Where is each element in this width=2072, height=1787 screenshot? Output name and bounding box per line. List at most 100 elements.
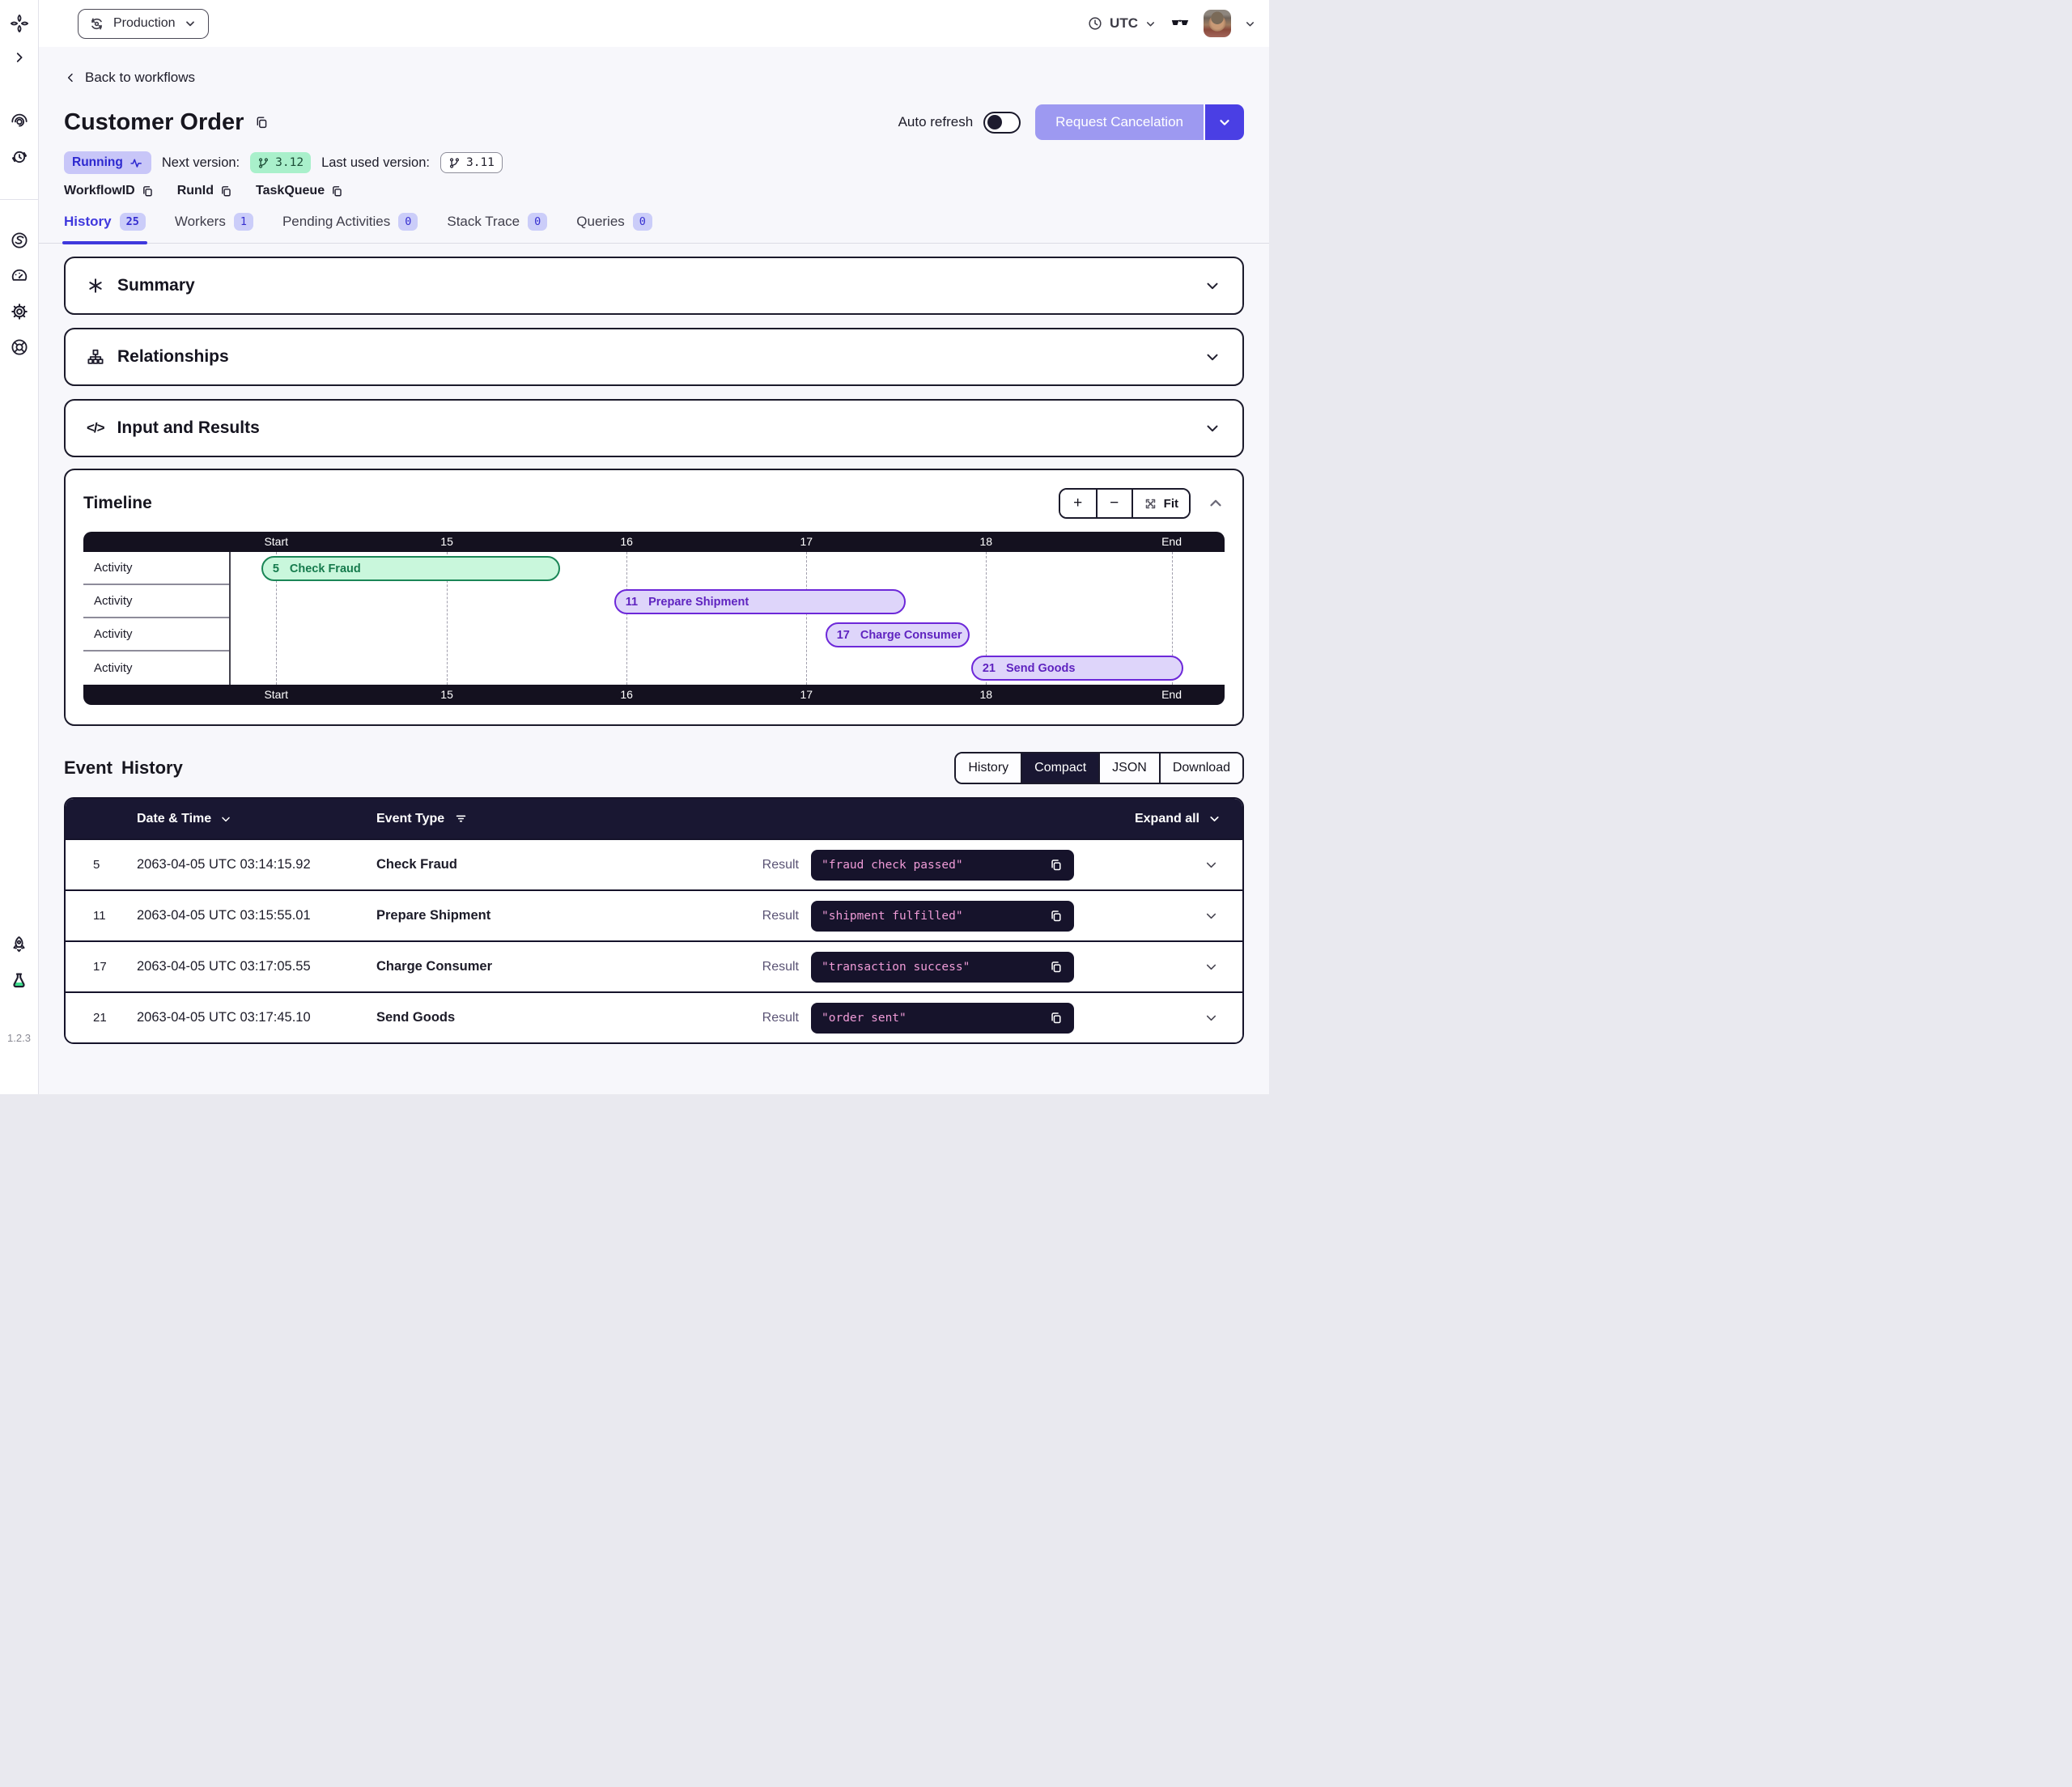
copy-icon[interactable] xyxy=(1049,909,1064,923)
tab-pending-activities[interactable]: Pending Activities 0 xyxy=(282,213,418,243)
timeline-bar-prepare-shipment[interactable]: 11 Prepare Shipment xyxy=(614,589,906,614)
column-date-time[interactable]: Date & Time xyxy=(137,812,376,826)
chevron-down-icon xyxy=(1204,959,1219,974)
copy-icon[interactable] xyxy=(1049,1011,1064,1025)
row-expand-chevron[interactable] xyxy=(1179,908,1242,923)
event-label: Check Fraud xyxy=(290,562,361,575)
tab-label: Queries xyxy=(576,214,625,230)
cancelation-menu-button[interactable] xyxy=(1204,104,1244,140)
last-version-value: 3.11 xyxy=(466,156,495,169)
result-chip[interactable]: "fraud check passed" xyxy=(811,850,1074,881)
copy-icon[interactable] xyxy=(1049,858,1064,872)
copy-icon xyxy=(219,185,233,198)
download-button[interactable]: Download xyxy=(1159,753,1242,783)
result-label: Result xyxy=(762,858,799,872)
timeline-bar-send-goods[interactable]: 21 Send Goods xyxy=(971,656,1183,681)
section-relationships[interactable]: Relationships xyxy=(64,328,1244,386)
result-chip[interactable]: "transaction success" xyxy=(811,952,1074,983)
tab-count: 0 xyxy=(398,213,418,231)
app-version: 1.2.3 xyxy=(7,1032,31,1044)
table-row[interactable]: 11 2063-04-05 UTC 03:15:55.01 Prepare Sh… xyxy=(66,889,1242,940)
timezone-label: UTC xyxy=(1110,15,1138,32)
support-icon[interactable] xyxy=(10,337,29,357)
tab-history[interactable]: History 25 xyxy=(64,213,146,243)
fit-label: Fit xyxy=(1164,497,1178,511)
zoom-out-button[interactable]: − xyxy=(1096,490,1132,517)
axis-tick: 15 xyxy=(440,532,453,552)
table-row[interactable]: 5 2063-04-05 UTC 03:14:15.92 Check Fraud… xyxy=(66,838,1242,889)
timeline-bar-check-fraud[interactable]: 5 Check Fraud xyxy=(261,556,561,581)
copy-icon xyxy=(141,185,155,198)
result-value: "order sent" xyxy=(822,1012,906,1025)
row-expand-chevron[interactable] xyxy=(1179,1010,1242,1025)
getting-started-icon[interactable] xyxy=(9,935,29,955)
timeline-bar-charge-consumer[interactable]: 17 Charge Consumer xyxy=(826,622,970,647)
zoom-in-button[interactable]: + xyxy=(1060,490,1096,517)
column-label: Event Type xyxy=(376,812,444,826)
axis-tick: 18 xyxy=(979,532,992,552)
filter-icon xyxy=(454,812,468,826)
expand-nav-icon[interactable] xyxy=(12,50,27,65)
workflow-id-label: WorkflowID xyxy=(64,184,135,198)
environment-label: Production xyxy=(113,16,176,31)
timezone-selector[interactable]: UTC xyxy=(1087,15,1157,32)
event-id: 17 xyxy=(66,960,137,974)
run-id-label: RunId xyxy=(177,184,214,198)
usage-icon[interactable] xyxy=(10,266,29,286)
result-value: "transaction success" xyxy=(822,961,970,974)
row-expand-chevron[interactable] xyxy=(1179,857,1242,872)
workflow-name: Customer Order xyxy=(64,109,244,136)
tab-label: Stack Trace xyxy=(447,214,520,230)
event-id: 5 xyxy=(273,562,279,575)
expand-all-label: Expand all xyxy=(1135,812,1199,826)
tab-queries[interactable]: Queries 0 xyxy=(576,213,652,243)
settings-icon[interactable] xyxy=(10,302,29,321)
schedules-icon[interactable] xyxy=(10,147,29,167)
view-compact-button[interactable]: Compact xyxy=(1021,753,1098,783)
row-expand-chevron[interactable] xyxy=(1179,959,1242,974)
task-queue-copy[interactable]: TaskQueue xyxy=(256,184,344,198)
view-json-button[interactable]: JSON xyxy=(1098,753,1159,783)
result-chip[interactable]: "order sent" xyxy=(811,1003,1074,1034)
chevron-down-icon xyxy=(1144,18,1157,30)
result-label: Result xyxy=(762,960,799,974)
timeline-row-label: Activity xyxy=(83,618,229,652)
copy-icon[interactable] xyxy=(254,115,270,130)
section-input-results[interactable]: </> Input and Results xyxy=(64,399,1244,457)
app-window: 1.2.3 Production UTC xyxy=(0,0,1269,1094)
timeline-row-label: Activity xyxy=(83,552,229,585)
avatar[interactable] xyxy=(1204,10,1231,37)
labs-icon[interactable] xyxy=(9,971,29,991)
tab-label: Pending Activities xyxy=(282,214,390,230)
workflow-id-copy[interactable]: WorkflowID xyxy=(64,184,155,198)
tab-workers[interactable]: Workers 1 xyxy=(175,213,253,243)
event-id: 5 xyxy=(66,858,137,872)
table-row[interactable]: 17 2063-04-05 UTC 03:17:05.55 Charge Con… xyxy=(66,940,1242,991)
timeline-chart: Start 15 16 17 18 End Activity Activity … xyxy=(83,532,1225,705)
result-value: "shipment fulfilled" xyxy=(822,910,963,923)
auto-refresh-toggle[interactable] xyxy=(983,112,1021,134)
chevron-down-icon[interactable] xyxy=(1244,18,1256,30)
view-history-button[interactable]: History xyxy=(956,753,1021,783)
fit-button[interactable]: Fit xyxy=(1132,490,1189,517)
namespaces-icon[interactable] xyxy=(10,231,29,250)
table-row[interactable]: 21 2063-04-05 UTC 03:17:45.10 Send Goods… xyxy=(66,991,1242,1042)
workflows-icon[interactable] xyxy=(10,112,29,131)
section-summary[interactable]: Summary xyxy=(64,257,1244,315)
glasses-icon[interactable] xyxy=(1170,13,1191,34)
expand-all-button[interactable]: Expand all xyxy=(1135,812,1242,826)
section-label: Relationships xyxy=(117,347,229,367)
chevron-up-icon[interactable] xyxy=(1207,495,1225,512)
tab-count: 0 xyxy=(528,213,547,231)
axis-tick: End xyxy=(1161,685,1182,705)
task-queue-label: TaskQueue xyxy=(256,184,325,198)
request-cancelation-label[interactable]: Request Cancelation xyxy=(1035,104,1204,140)
run-id-copy[interactable]: RunId xyxy=(177,184,233,198)
tab-stack-trace[interactable]: Stack Trace 0 xyxy=(447,213,547,243)
column-event-type[interactable]: Event Type xyxy=(376,812,1135,826)
back-link[interactable]: Back to workflows xyxy=(64,70,195,86)
environment-selector[interactable]: Production xyxy=(78,9,209,39)
copy-icon[interactable] xyxy=(1049,960,1064,974)
request-cancelation-button[interactable]: Request Cancelation xyxy=(1035,104,1244,140)
result-chip[interactable]: "shipment fulfilled" xyxy=(811,901,1074,932)
